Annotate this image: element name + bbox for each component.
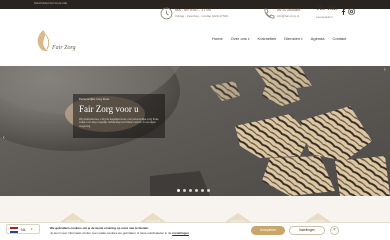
hero-image: [0, 66, 390, 196]
main-nav: Home Over ons ▾ Kosmetiek Diensten ▾ Age…: [212, 36, 354, 44]
chevron-down-icon: ▾: [31, 227, 33, 231]
cookie-details: Je kunt meer informatie vinden over welk…: [50, 231, 189, 235]
cookie-message: We gebruiken cookies om je de beste erva…: [50, 226, 149, 230]
slider-next-arrow[interactable]: ›: [384, 67, 386, 73]
slider-dots: [177, 189, 213, 192]
language-selector[interactable]: NL ▾: [6, 224, 40, 234]
opening-hours: Ma - do 9:00 - 17:00 Vrijdag - zaterdag …: [160, 6, 240, 22]
site-logo[interactable]: Fair Zorg: [30, 28, 76, 60]
logo-mark-icon: [37, 30, 50, 52]
nav-item-contact[interactable]: Contact: [332, 36, 346, 44]
language-label: NL: [21, 227, 27, 232]
chevron-down-icon: ▾: [301, 37, 303, 41]
clock-icon: [160, 7, 173, 20]
phone-number: 06 47285485: [277, 7, 301, 12]
slider-dot[interactable]: [189, 189, 192, 192]
slider-dot[interactable]: [201, 189, 204, 192]
chevron-down-icon: ▾: [248, 37, 250, 41]
nav-item-home[interactable]: Home: [212, 36, 223, 44]
contact-phone[interactable]: 06 47285485 info@fair-zorg.nl: [262, 6, 312, 22]
logo-text: Fair Zorg: [52, 45, 76, 51]
email-address: info@fair-zorg.nl: [277, 14, 300, 18]
hero-slider: [0, 66, 390, 196]
settings-button[interactable]: Instellingen: [289, 226, 325, 235]
page: Scroll down for more info Fair Zorg Ma -…: [0, 0, 390, 240]
hours-subtext: Vrijdag - zaterdag - zondag GESLOTEN: [175, 14, 229, 18]
hero-title: Fair Zorg voor u: [79, 104, 139, 114]
cookie-settings-link[interactable]: instellingen: [172, 231, 189, 235]
nav-item-agenda[interactable]: Agenda: [311, 36, 325, 44]
hero-body: Wij ondersteunen u bij het dagelijks lev…: [79, 118, 160, 128]
slider-dot[interactable]: [183, 189, 186, 192]
facebook-icon[interactable]: [340, 8, 347, 15]
hours-text: Ma - do 9:00 - 17:00: [175, 7, 212, 12]
slider-dot[interactable]: [207, 189, 210, 192]
nav-item-kosmetiek[interactable]: Kosmetiek: [258, 36, 277, 44]
close-icon[interactable]: ×: [330, 226, 339, 235]
brand-title: The Title: [316, 6, 338, 12]
nav-item-over-ons[interactable]: Over ons ▾: [231, 36, 250, 44]
phone-icon: [264, 8, 275, 19]
hero-kicker: Persoonlijke zorg thuis: [79, 97, 110, 101]
netherlands-flag-icon: [10, 227, 18, 233]
slider-dot[interactable]: [177, 189, 180, 192]
nav-item-diensten[interactable]: Diensten ▾: [284, 36, 302, 44]
accept-button[interactable]: Accepteren: [251, 226, 285, 235]
slider-dot[interactable]: [195, 189, 198, 192]
instagram-icon[interactable]: [348, 8, 355, 15]
slider-prev-arrow[interactable]: ‹: [3, 135, 5, 141]
brand-subtitle: Leeuwarden: [316, 15, 333, 19]
top-bar-text: Scroll down for more info: [34, 1, 68, 5]
